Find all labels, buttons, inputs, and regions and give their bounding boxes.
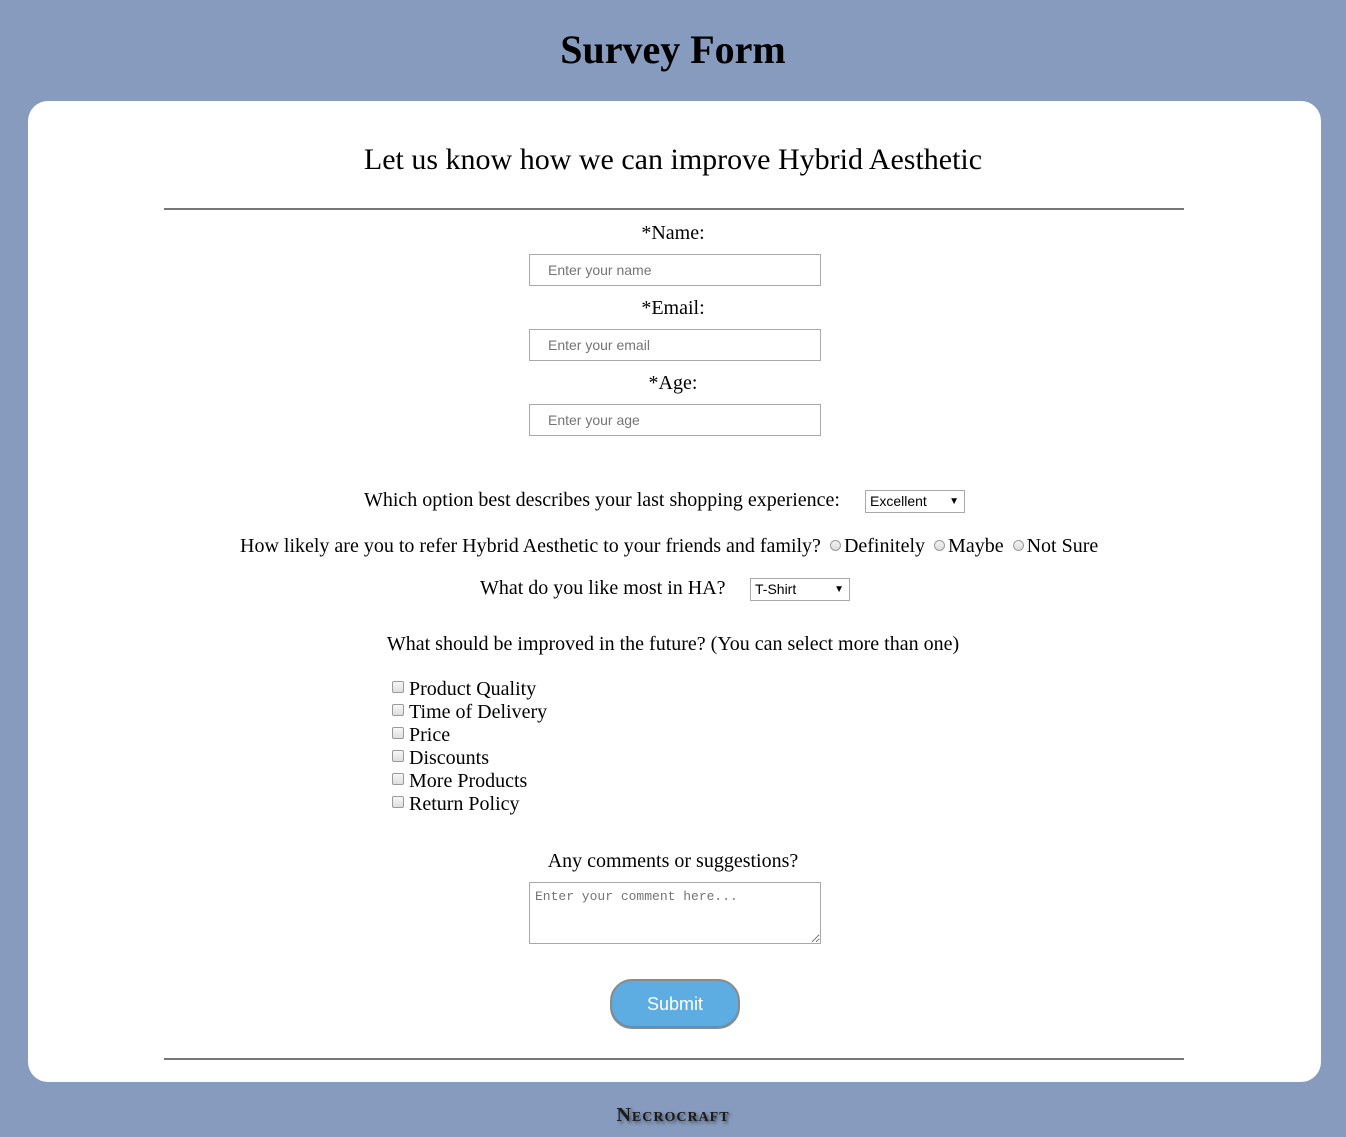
age-label: *Age: <box>648 372 698 394</box>
name-input[interactable] <box>529 254 821 286</box>
refer-radio-definitely[interactable] <box>829 540 841 551</box>
refer-option-maybe: Maybe <box>948 535 1004 557</box>
improve-option-label: Discounts <box>409 747 489 769</box>
checkbox-discounts[interactable] <box>392 750 404 762</box>
bottom-divider <box>164 1058 1184 1060</box>
improve-item: Return Policy <box>391 793 547 816</box>
age-input[interactable] <box>529 404 821 436</box>
comments-label: Any comments or suggestions? <box>547 850 799 872</box>
experience-select-value: Excellent <box>870 493 927 509</box>
experience-question: Which option best describes your last sh… <box>364 489 840 511</box>
form-subtitle: Let us know how we can improve Hybrid Ae… <box>363 143 983 176</box>
like-most-select-value: T-Shirt <box>755 581 797 597</box>
triangle-down-icon: ▼ <box>949 496 959 507</box>
improve-item: Discounts <box>391 747 547 770</box>
like-most-question: What do you like most in HA? <box>480 577 726 599</box>
footer-brand: Necrocraft <box>616 1104 730 1126</box>
submit-button[interactable]: Submit <box>610 979 740 1029</box>
improve-option-label: More Products <box>409 770 528 792</box>
refer-option-not-sure: Not Sure <box>1026 535 1099 557</box>
triangle-down-icon: ▼ <box>834 584 844 595</box>
top-divider <box>164 208 1184 210</box>
like-most-select[interactable]: T-Shirt ▼ <box>750 578 850 601</box>
improve-question: What should be improved in the future? (… <box>386 633 960 655</box>
improve-checkbox-list: Product Quality Time of Delivery Price D… <box>391 678 547 816</box>
improve-item: Time of Delivery <box>391 701 547 724</box>
refer-row: How likely are you to refer Hybrid Aesth… <box>240 534 1098 558</box>
improve-item: Price <box>391 724 547 747</box>
improve-item: More Products <box>391 770 547 793</box>
improve-item: Product Quality <box>391 678 547 701</box>
improve-option-label: Return Policy <box>409 793 520 815</box>
page-title: Survey Form <box>560 27 786 72</box>
refer-question: How likely are you to refer Hybrid Aesth… <box>240 535 821 557</box>
refer-radio-not-sure[interactable] <box>1012 540 1024 551</box>
refer-option-definitely: Definitely <box>843 535 926 557</box>
checkbox-more-products[interactable] <box>392 773 404 785</box>
email-input[interactable] <box>529 329 821 361</box>
comments-textarea[interactable] <box>529 882 821 944</box>
improve-option-label: Price <box>409 724 451 746</box>
experience-select[interactable]: Excellent ▼ <box>865 490 965 513</box>
checkbox-price[interactable] <box>392 727 404 739</box>
checkbox-return-policy[interactable] <box>392 796 404 808</box>
improve-option-label: Time of Delivery <box>409 701 548 723</box>
checkbox-product-quality[interactable] <box>392 681 404 693</box>
name-label: *Name: <box>641 222 705 244</box>
refer-radio-maybe[interactable] <box>934 540 946 551</box>
improve-option-label: Product Quality <box>409 678 537 700</box>
checkbox-time-of-delivery[interactable] <box>392 704 404 716</box>
email-label: *Email: <box>641 297 705 319</box>
